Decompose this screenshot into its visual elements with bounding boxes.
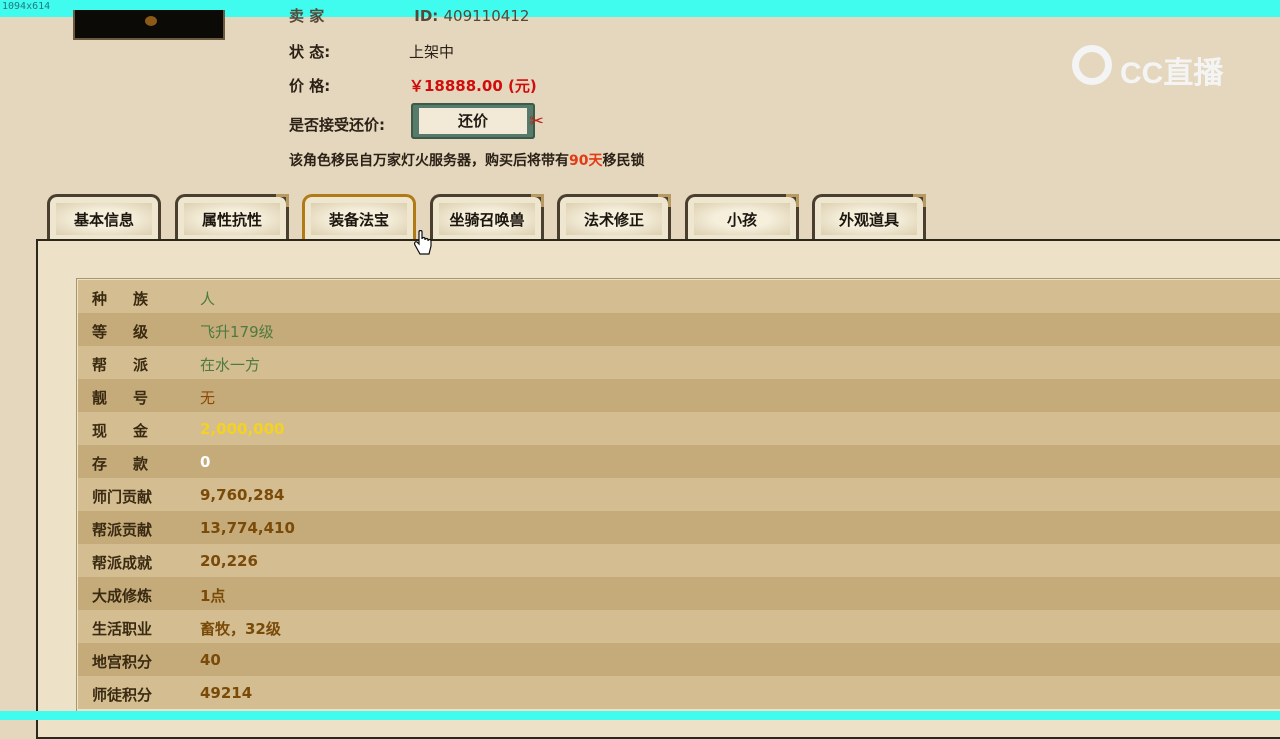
row-key: 靓号 [92,389,175,407]
tab-label: 装备法宝 [311,203,407,235]
status-row: 状 态: 上架中 [289,41,454,62]
row-value: 2,000,000 [200,420,285,438]
bargain-button[interactable]: 还价 ✂ [411,103,544,139]
note-suffix: 移民锁 [602,153,645,169]
tab-spell-mods[interactable]: 法术修正 [557,194,671,240]
table-row: 帮派成就 20,226 [78,544,1280,577]
table-row: 现金 2,000,000 [78,412,1280,445]
tab-attributes[interactable]: 属性抗性 [175,194,289,240]
row-value: 9,760,284 [200,486,285,504]
row-key: 帮派成就 [92,554,153,572]
row-key: 师门贡献 [92,488,153,506]
price-row: 价 格: ￥18888.00 (元) [289,75,537,96]
row-key: 生活职业 [92,620,153,638]
row-key: 大成修炼 [92,587,153,605]
logo-ring-icon [1072,45,1112,85]
tab-corner [658,194,671,207]
tab-label: 属性抗性 [184,203,280,235]
tab-corner [913,194,926,207]
cc-live-logo: CC直播 [1070,42,1250,92]
table-row: 师徒积分 49214 [78,676,1280,709]
row-value: 49214 [200,684,253,702]
tab-children[interactable]: 小孩 [685,194,799,240]
table-row: 靓号 无 [78,379,1280,412]
migration-note: 该角色移民自万家灯火服务器，购买后将带有90天移民锁 [289,150,644,170]
row-value: 无 [200,389,216,407]
table-row: 等级 飞升179级 [78,313,1280,346]
table-row: 师门贡献 9,760,284 [78,478,1280,511]
row-value: 13,774,410 [200,519,295,537]
price-label: 价 格: [289,77,331,95]
row-value: 畜牧，32级 [200,620,281,638]
table-row: 存款 0 [78,445,1280,478]
bargain-button-label: 还价 [419,108,527,134]
thumbnail-glow [145,16,157,26]
row-value: 1点 [200,587,226,605]
seller-label: 卖 家 [289,7,325,25]
row-value: 0 [200,453,211,471]
logo-text: CC直播 [1120,57,1224,90]
bargain-row: 是否接受还价: [289,114,409,135]
row-value: 飞升179级 [200,323,274,341]
table-row: 大成修炼 1点 [78,577,1280,610]
dimension-label: 1094x614 [2,1,51,12]
row-key: 地宫积分 [92,653,153,671]
row-key: 帮派贡献 [92,521,153,539]
row-key: 等级 [92,323,175,341]
tab-label: 基本信息 [56,203,152,235]
row-value: 20,226 [200,552,258,570]
table-row: 生活职业 畜牧，32级 [78,610,1280,643]
character-thumbnail [73,10,225,40]
table-row: 地宫积分 40 [78,643,1280,676]
status-label: 状 态: [289,43,331,61]
seller-row: 卖 家 ID: 409110412 [289,5,529,26]
hand-cursor-icon [414,230,432,255]
row-key: 种族 [92,290,175,308]
row-key: 师徒积分 [92,686,153,704]
tab-corner [276,194,289,207]
table-row: 种族 人 [78,280,1280,313]
tab-label: 法术修正 [566,203,662,235]
tab-corner [786,194,799,207]
tab-mounts-pets[interactable]: 坐骑召唤兽 [430,194,544,240]
row-value: 40 [200,651,221,669]
recording-frame-bottom [0,711,1280,720]
bargain-label: 是否接受还价: [289,116,385,134]
tab-basic-info[interactable]: 基本信息 [47,194,161,240]
seller-id-value: 409110412 [443,7,530,25]
status-value: 上架中 [409,43,455,61]
table-row: 帮派贡献 13,774,410 [78,511,1280,544]
tab-label: 小孩 [694,203,790,235]
tab-label: 坐骑召唤兽 [439,203,535,235]
row-key: 帮派 [92,356,175,374]
row-value: 在水一方 [200,356,261,374]
note-highlight: 90天 [569,153,603,169]
ribbon-icon: ✂ [529,111,545,132]
note-prefix: 该角色移民自万家灯火服务器，购买后将带有 [289,153,569,169]
tab-appearance[interactable]: 外观道具 [812,194,926,240]
tab-label: 外观道具 [821,203,917,235]
tab-equipment[interactable]: 装备法宝 [302,194,416,240]
row-value: 人 [200,290,216,308]
tab-corner [531,194,544,207]
row-key: 存款 [92,455,175,473]
row-key: 现金 [92,422,175,440]
table-row: 帮派 在水一方 [78,346,1280,379]
seller-id-label: ID: [414,7,439,25]
price-value: ￥18888.00 (元) [409,77,537,95]
